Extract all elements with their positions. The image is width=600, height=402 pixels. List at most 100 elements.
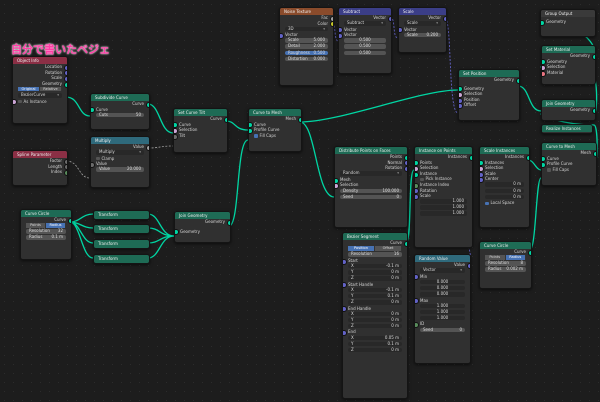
- min-y-field[interactable]: 0.000: [420, 285, 465, 291]
- curve-to-mesh-node[interactable]: Curve to Mesh Mesh Curve Profile Curve F…: [248, 108, 302, 152]
- subtract-node[interactable]: Subtract Vector Subtract Vector Vector 0…: [338, 7, 392, 74]
- node-header: Curve to Mesh: [249, 109, 301, 116]
- center-z-field[interactable]: 0 m: [485, 194, 524, 200]
- group-output-node[interactable]: Group Output Geometry: [540, 9, 596, 37]
- seed-field[interactable]: Seed 0: [340, 194, 402, 200]
- instance-on-points-node[interactable]: Instance on Points Instances Points Sele…: [414, 146, 473, 248]
- end-handle-z-field[interactable]: Z0 m: [348, 323, 402, 329]
- transform-node-2[interactable]: Transform: [93, 224, 150, 234]
- start-x-field[interactable]: X -0.1 m: [348, 263, 402, 269]
- z-field[interactable]: 0.500: [344, 50, 386, 56]
- random-value-node[interactable]: Random Value Value Vector Min 0.000 0.00…: [414, 254, 471, 364]
- scale-z-field[interactable]: 1.000: [420, 211, 467, 217]
- x-field[interactable]: 0.500: [344, 38, 386, 43]
- radius-field[interactable]: Radius 0.002 m: [485, 267, 526, 272]
- set-curve-tilt-node[interactable]: Set Curve Tilt Curve Curve Selection Til…: [173, 108, 228, 153]
- density-field[interactable]: Density 100.000: [340, 188, 402, 194]
- mode-toggle[interactable]: Points Radius: [485, 255, 526, 260]
- end-handle-y-field[interactable]: Y0 m: [348, 317, 402, 323]
- join-geometry-node[interactable]: Join Geometry Geometry Geometry: [174, 211, 231, 243]
- as-instance-toggle[interactable]: As Instance: [13, 99, 67, 106]
- min-x-field[interactable]: 0.000: [420, 279, 465, 285]
- set-material-node[interactable]: Set Material Geometry Geometry Selection…: [541, 45, 596, 85]
- subdivide-curve-node[interactable]: Subdivide Curve Curve Curve Cuts 50: [90, 93, 150, 130]
- value-field[interactable]: Value 20.000: [96, 167, 144, 172]
- end-handle-x-field[interactable]: X0 m: [348, 311, 402, 317]
- scale-instances-node[interactable]: Scale Instances Instances Instances Sele…: [479, 146, 530, 228]
- start-z-field[interactable]: Z0 m: [348, 275, 402, 281]
- transform-node-1[interactable]: Transform: [93, 210, 150, 220]
- node-header: Multiply: [91, 137, 149, 144]
- detail-field[interactable]: Detail 2.000: [285, 44, 328, 50]
- transform-node-3[interactable]: Transform: [93, 239, 150, 249]
- operation-dropdown[interactable]: Subtract: [344, 20, 386, 26]
- roughness-field[interactable]: Roughness 0.500: [285, 50, 328, 56]
- socket-material: Material: [542, 70, 595, 77]
- node-header: Scale: [399, 8, 446, 15]
- curve-circle-node-2[interactable]: Curve Circle Curve Points Radius Resoluti…: [479, 241, 532, 289]
- node-header: Curve Circle: [21, 210, 71, 217]
- noise-texture-node[interactable]: Noise Texture Fac Color 3D Vector Scale5…: [279, 7, 334, 86]
- mode-toggle[interactable]: Points Radius: [26, 223, 66, 228]
- operation-dropdown[interactable]: Scale: [404, 20, 441, 26]
- distribute-method-dropdown[interactable]: Random: [340, 170, 402, 176]
- end-z-field[interactable]: Z0 m: [348, 347, 402, 353]
- resolution-field[interactable]: Resolution 32: [26, 229, 66, 234]
- fill-caps-toggle[interactable]: Fill Caps: [542, 167, 596, 173]
- start-handle-z-field[interactable]: Z0 m: [348, 299, 402, 305]
- bezier-segment-node[interactable]: Bezier Segment Curve Position Offset Reso…: [342, 232, 408, 399]
- node-editor-canvas[interactable]: 自分で書いたベジェ Object Info Location Rotation …: [0, 0, 600, 402]
- multiply-node[interactable]: Multiply Value Multiply Clamp Value Valu…: [90, 136, 150, 188]
- end-x-field[interactable]: X 0.05 m: [348, 335, 402, 341]
- start-handle-x-field[interactable]: X -0.1 m: [348, 287, 402, 293]
- fill-caps-toggle[interactable]: Fill Caps: [249, 133, 301, 139]
- realize-instances-node[interactable]: Realize Instances: [541, 124, 593, 134]
- resolution-field[interactable]: Resolution 16: [348, 252, 402, 257]
- scale-field[interactable]: Scale 5.000: [285, 38, 328, 43]
- curve-circle-node[interactable]: Curve Circle Curve Points Radius Resoluti…: [20, 209, 72, 260]
- distortion-field[interactable]: Distortion 0.000: [285, 56, 328, 62]
- max-x-field[interactable]: 1.000: [420, 303, 465, 309]
- end-y-field[interactable]: Y 0.1 m: [348, 341, 402, 347]
- local-space-toggle[interactable]: Local Space: [480, 200, 529, 206]
- radius-field[interactable]: Radius 0.1 m: [26, 235, 66, 240]
- scale-node[interactable]: Scale Vector Scale Vector Scale0.200: [398, 7, 447, 53]
- node-header: Noise Texture: [280, 8, 333, 15]
- center-y-field[interactable]: 0 m: [485, 188, 524, 194]
- data-type-dropdown[interactable]: Vector: [420, 267, 465, 273]
- node-header: Subdivide Curve: [91, 94, 149, 101]
- dimensions-dropdown[interactable]: 3D: [285, 26, 328, 32]
- scale-field[interactable]: Scale 0.200: [404, 32, 441, 38]
- transform-space-toggle[interactable]: Original Relative: [18, 86, 62, 92]
- link: [225, 120, 249, 131]
- socket-center: Center: [480, 176, 529, 184]
- start-handle-y-field[interactable]: Y 0.1 m: [348, 293, 402, 299]
- spline-parameter-node[interactable]: Spline Parameter Factor Length Index: [12, 150, 68, 186]
- node-header: Subtract: [339, 8, 391, 15]
- operation-dropdown[interactable]: Multiply: [96, 149, 144, 155]
- start-y-field[interactable]: Y0 m: [348, 269, 402, 275]
- center-x-field[interactable]: 0 m: [485, 182, 524, 188]
- scale-x-field[interactable]: 1.000: [420, 199, 467, 204]
- distribute-points-node[interactable]: Distribute Points on Faces Points Normal…: [334, 146, 408, 228]
- link: [147, 235, 175, 259]
- min-z-field[interactable]: 0.000: [420, 291, 465, 297]
- y-field[interactable]: 0.500: [344, 44, 386, 50]
- object-field[interactable]: BezierCurve: [18, 92, 62, 98]
- max-y-field[interactable]: 1.000: [420, 309, 465, 315]
- scale-y-field[interactable]: 1.000: [420, 205, 467, 210]
- socket-geometry: Geometry: [541, 19, 595, 26]
- link: [529, 177, 542, 251]
- seed-field[interactable]: Seed 0: [420, 327, 465, 333]
- transform-node-4[interactable]: Transform: [93, 254, 150, 264]
- max-z-field[interactable]: 1.000: [420, 315, 465, 321]
- link: [147, 235, 175, 244]
- curve-to-mesh-node-2[interactable]: Curve to Mesh Mesh Curve Profile Curve F…: [541, 142, 597, 186]
- object-info-node[interactable]: Object Info Location Rotation Scale Geom…: [12, 56, 68, 124]
- join-geometry-node-2[interactable]: Join Geometry Geometry: [541, 99, 596, 121]
- cuts-field[interactable]: Cuts 50: [96, 112, 144, 118]
- set-position-node[interactable]: Set Position Geometry Geometry Selection…: [458, 69, 520, 121]
- resolution-field[interactable]: Resolution 8: [485, 261, 526, 266]
- node-header: Object Info: [13, 57, 67, 64]
- mode-toggle[interactable]: Position Offset: [348, 246, 402, 251]
